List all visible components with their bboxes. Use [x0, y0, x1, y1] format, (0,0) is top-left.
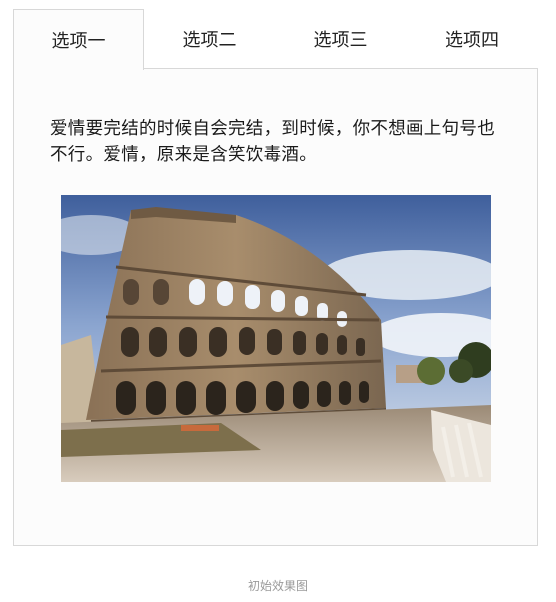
- tab-option-1[interactable]: 选项一: [13, 9, 144, 70]
- colosseum-photo: [61, 195, 491, 482]
- tabs-widget: 选项一 选项二 选项三 选项四 爱情要完结的时候自会完结，到时候，你不想画上句号…: [13, 9, 538, 546]
- caption: 初始效果图: [247, 579, 308, 593]
- panel-text: 爱情要完结的时候自会完结，到时候，你不想画上句号也不行。爱情，原来是含笑饮毒酒。: [50, 119, 495, 165]
- tab-option-4[interactable]: 选项四: [406, 9, 538, 69]
- tab-option-3[interactable]: 选项三: [275, 9, 406, 69]
- tab-panel: 爱情要完结的时候自会完结，到时候，你不想画上句号也不行。爱情，原来是含笑饮毒酒。: [13, 68, 538, 546]
- page: 选项一 选项二 选项三 选项四 爱情要完结的时候自会完结，到时候，你不想画上句号…: [0, 0, 556, 602]
- tab-option-2[interactable]: 选项二: [144, 9, 275, 69]
- tab-bar: 选项一 选项二 选项三 选项四: [13, 9, 538, 70]
